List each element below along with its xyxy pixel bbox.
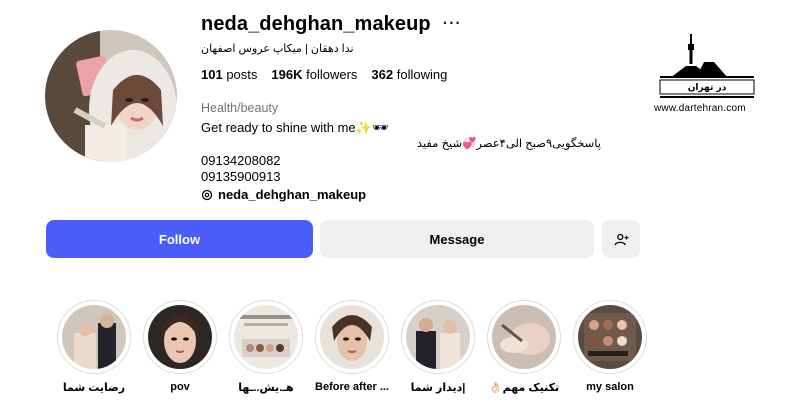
highlight-label: Before after ... (315, 381, 389, 393)
highlight-cover (62, 305, 126, 369)
highlight-label: pov (170, 381, 190, 393)
highlight-item[interactable]: |دیدار شما (400, 300, 476, 394)
posts-stat: 101 posts (201, 67, 257, 82)
profile-stats: 101 posts 196K followers 362 following (201, 67, 651, 82)
highlight-item[interactable]: pov (142, 300, 218, 394)
highlight-ring (573, 300, 647, 374)
highlight-ring (229, 300, 303, 374)
bio-phone: 09134208082 (201, 152, 281, 168)
bio-phone: 09135900913 (201, 169, 281, 184)
story-highlights: رضایت شما pov هـ.یش..ـها Before after ..… (56, 300, 648, 394)
following-stat[interactable]: 362 following (371, 67, 447, 82)
profile-header: neda_dehghan_makeup ··· ندا دهقان | میکا… (201, 10, 651, 83)
full-name: ندا دهقان | میکاپ عروس اصفهان (201, 43, 354, 55)
username: neda_dehghan_makeup (201, 12, 431, 35)
highlight-ring (57, 300, 131, 374)
highlight-label: رضایت شما (62, 382, 126, 394)
message-button[interactable]: Message (320, 220, 594, 258)
watermark-url: www.dartehran.com (654, 103, 746, 114)
highlight-ring (315, 300, 389, 374)
posts-count: 101 (201, 67, 223, 82)
highlight-ring (401, 300, 475, 374)
tower-logo-graphic: در تهران (659, 34, 755, 98)
highlight-label: تکنیک مهم👌🏻 (488, 382, 560, 394)
highlight-cover (406, 305, 470, 369)
profile-bio: Health/beauty Get ready to shine with me… (201, 100, 601, 203)
highlight-item[interactable]: هـ.یش..ـها (228, 300, 304, 394)
highlight-cover (320, 305, 384, 369)
suggest-people-button[interactable] (602, 220, 640, 258)
profile-avatar[interactable] (45, 30, 177, 162)
highlight-label: |دیدار شما (410, 382, 466, 394)
bio-line: Get ready to shine with me✨🕶 (201, 119, 389, 135)
following-label: following (396, 67, 448, 82)
highlight-label: هـ.یش..ـها (238, 382, 294, 394)
followers-label: followers (306, 67, 358, 82)
highlight-ring (487, 300, 561, 374)
threads-icon (201, 189, 213, 200)
add-person-icon (614, 233, 628, 245)
username-row: neda_dehghan_makeup ··· (201, 10, 651, 38)
highlight-cover (234, 305, 298, 369)
highlight-cover (492, 305, 556, 369)
highlight-label: my salon (586, 381, 634, 393)
highlight-item[interactable]: my salon (572, 300, 648, 394)
followers-count: 196K (271, 67, 303, 82)
threads-handle: neda_dehghan_makeup (218, 186, 367, 202)
threads-link[interactable]: neda_dehghan_makeup (201, 187, 601, 204)
posts-label: posts (226, 67, 258, 82)
more-options-icon[interactable]: ··· (443, 15, 462, 33)
highlight-cover (148, 305, 212, 369)
highlight-ring (143, 300, 217, 374)
avatar-image (45, 30, 177, 162)
highlight-item[interactable]: رضایت شما (56, 300, 132, 394)
highlight-item[interactable]: تکنیک مهم👌🏻 (486, 300, 562, 394)
followers-stat[interactable]: 196K followers (271, 67, 357, 82)
following-count: 362 (371, 67, 394, 82)
logo-text: در تهران (688, 83, 727, 93)
follow-button[interactable]: Follow (46, 220, 313, 258)
bio-line: پاسخگویی۹صبح الی۴عصر💞شیخ مفید (416, 138, 601, 150)
highlight-cover (578, 305, 642, 369)
highlight-item[interactable]: Before after ... (314, 300, 390, 394)
category-label: Health/beauty (201, 101, 279, 115)
